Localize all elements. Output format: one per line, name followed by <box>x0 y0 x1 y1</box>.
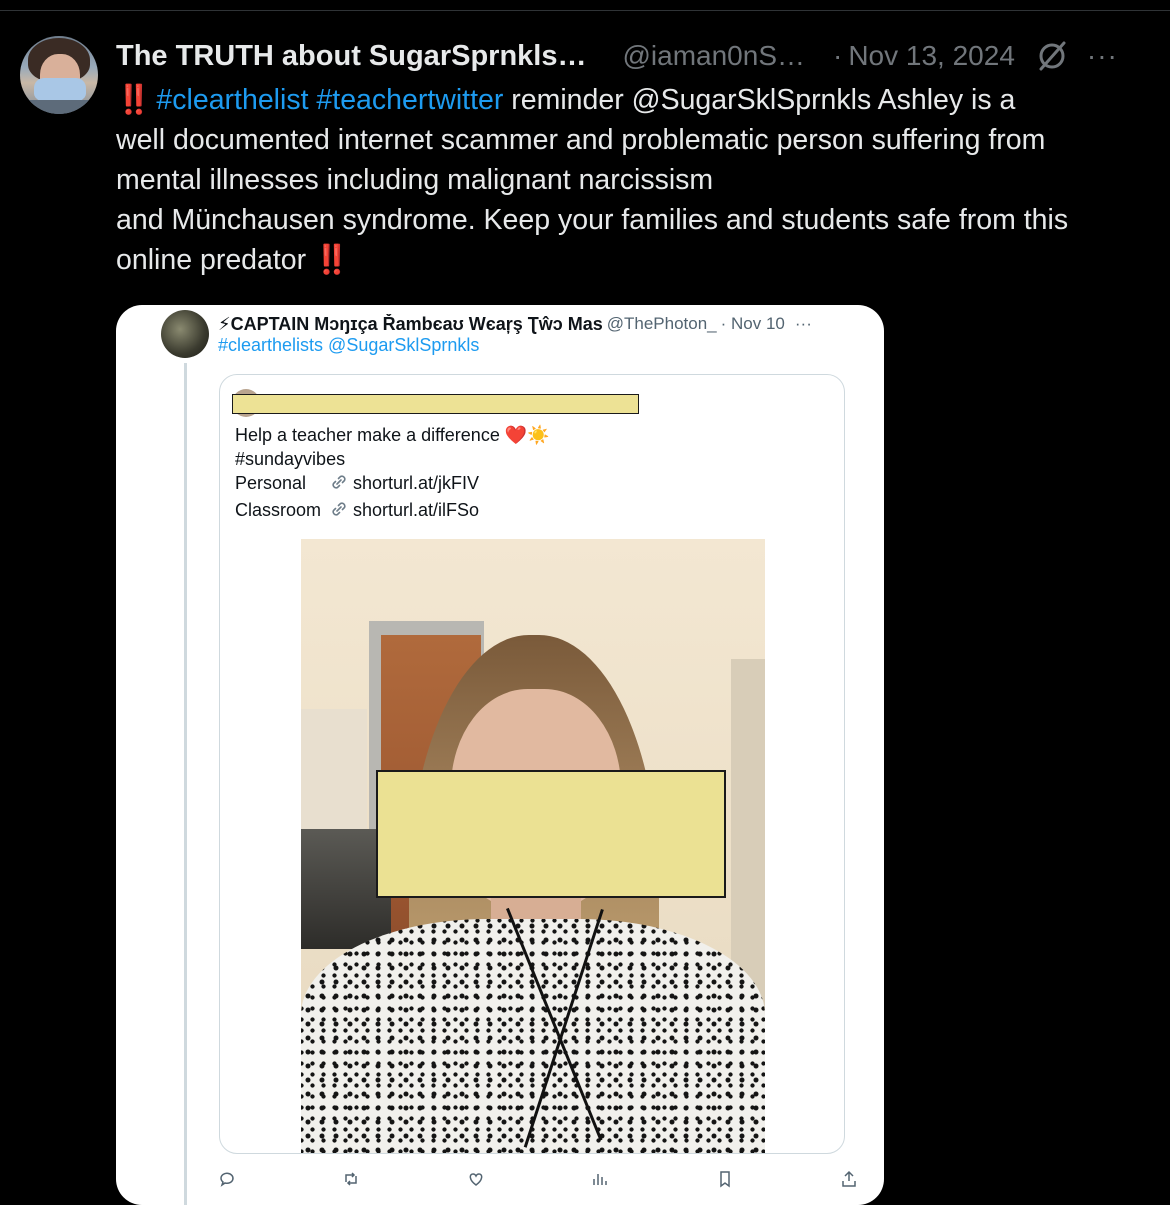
quoted-classroom-row: Classroom shorturl.at/ilFSo <box>235 498 835 525</box>
grok-slash-icon[interactable] <box>1035 39 1069 73</box>
link-icon <box>329 472 349 498</box>
personal-label: Personal <box>235 473 307 493</box>
tweet-text-line-2: well documented internet scammer and pro… <box>116 124 1046 156</box>
header-separator: · <box>833 40 843 71</box>
author-avatar[interactable] <box>20 36 98 114</box>
tweet-header: The TRUTH about SugarSprnkls… @iaman0nS…… <box>116 36 1156 76</box>
double-exclamation-emoji: ‼️ <box>116 84 151 116</box>
double-exclamation-emoji-end: ‼️ <box>314 244 349 276</box>
quoted-line-2: #sundayvibes <box>235 449 346 469</box>
attached-screenshot[interactable]: ⚡CAPTAIN Mɔŋɪça Řambєaʊ Wєaŗş Ʈŵɔ Mas @T… <box>116 305 884 1205</box>
hashtag-teachertwitter[interactable]: #teachertwitter <box>316 84 503 116</box>
embedded-author-avatar <box>161 310 209 358</box>
more-horizontal-icon[interactable]: ··· <box>1087 42 1118 70</box>
tweet-text-line-5: online predator ‼️ <box>116 240 1166 280</box>
author-display-name[interactable]: The TRUTH about SugarSprnkls… <box>116 40 586 73</box>
reply-icon <box>218 1170 236 1188</box>
retweet-icon <box>342 1170 360 1188</box>
embedded-author-name: ⚡CAPTAIN Mɔŋɪça Řambєaʊ Wєaŗş Ʈŵɔ Mas <box>218 313 603 334</box>
share-icon <box>840 1170 858 1188</box>
redaction-box-name <box>232 394 639 414</box>
tweet-text: ‼️ #clearthelist #teachertwitter reminde… <box>116 80 1166 280</box>
classroom-label: Classroom <box>235 500 322 520</box>
views-icon <box>591 1170 609 1188</box>
bookmark-icon <box>716 1170 734 1188</box>
embedded-author-handle: @ThePhoton_ <box>606 314 717 333</box>
selfie-photo <box>301 539 765 1153</box>
tweet-text-line-1-rest: reminder @SugarSklSprnkls Ashley is a <box>503 84 1016 116</box>
personal-link: shorturl.at/jkFIV <box>353 473 480 493</box>
thread-line <box>184 363 187 1205</box>
quoted-personal-row: Personal shorturl.at/jkFIV <box>235 471 835 498</box>
classroom-link: shorturl.at/ilFSo <box>353 500 480 520</box>
link-icon <box>329 499 349 525</box>
embedded-action-bar <box>218 1167 858 1191</box>
redaction-box-face <box>376 770 726 898</box>
embedded-tags: #clearthelists @SugarSklSprnkls <box>218 335 480 355</box>
tweet-text-line-4: and Münchausen syndrome. Keep your famil… <box>116 204 1069 236</box>
tweet[interactable]: The TRUTH about SugarSprnkls… @iaman0nS…… <box>0 0 1170 1205</box>
quoted-line-1: Help a teacher make a difference ❤️☀️ <box>235 425 550 445</box>
embedded-date: · Nov 10 <box>720 314 785 333</box>
author-handle[interactable]: @iaman0nS… <box>622 40 805 72</box>
embedded-more-icon: ··· <box>794 314 812 333</box>
tweet-text-line-3: mental illnesses including malignant nar… <box>116 164 714 196</box>
quoted-text: Help a teacher make a difference ❤️☀️ #s… <box>235 423 835 525</box>
tweet-date[interactable]: Nov 13, 2024 <box>848 40 1015 72</box>
like-icon <box>467 1170 485 1188</box>
hashtag-clearthelist[interactable]: #clearthelist <box>156 84 308 116</box>
tweet-text-line-1: ‼️ #clearthelist #teachertwitter reminde… <box>116 80 1166 120</box>
tweet-text-line-5-text: online predator <box>116 244 307 276</box>
quoted-tweet: Help a teacher make a difference ❤️☀️ #s… <box>219 374 845 1154</box>
